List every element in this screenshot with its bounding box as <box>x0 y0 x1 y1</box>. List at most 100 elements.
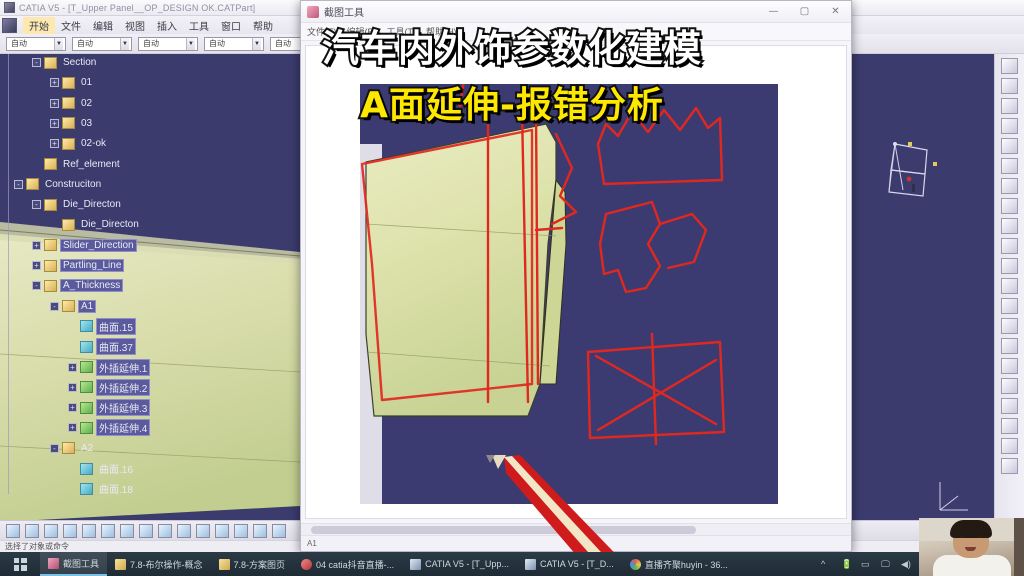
tree-expand-icon[interactable]: + <box>68 382 77 392</box>
tree-collapse-icon[interactable]: - <box>32 200 41 210</box>
tool-icon-named-views[interactable] <box>177 523 191 538</box>
tree-item[interactable]: + 外插延伸.3 <box>68 399 151 417</box>
chevron-down-icon[interactable]: ▼ <box>186 37 195 50</box>
tree-item[interactable]: + 外插延伸.4 <box>68 419 151 437</box>
combo-select-mode-4[interactable]: 自动 ▼ <box>204 36 264 51</box>
tree-expand-icon[interactable]: + <box>68 423 77 433</box>
combo-select-mode-2[interactable]: 自动 ▼ <box>72 36 132 51</box>
chevron-down-icon[interactable]: ▼ <box>120 37 129 50</box>
tree-item[interactable]: +02-ok <box>50 135 108 152</box>
tree-collapse-icon[interactable]: - <box>14 179 23 189</box>
tree-expand-icon[interactable]: + <box>50 98 59 108</box>
navigation-compass-icon[interactable] <box>875 134 945 204</box>
snip-menubar[interactable]: 文件(F) 编辑(E) 工具(T) 帮助(H) <box>301 23 851 41</box>
tool-icon-extract[interactable] <box>1001 398 1018 414</box>
specification-tree[interactable]: - Section +01 +02 +03 +02-ok Ref_element - Const… <box>0 54 300 520</box>
tree-item[interactable]: 曲面.37 <box>68 338 136 356</box>
tool-icon-fill[interactable] <box>1001 238 1018 254</box>
tool-icon-sphere[interactable] <box>1001 198 1018 214</box>
webcam-picture-in-picture[interactable] <box>919 518 1024 576</box>
tree-item[interactable]: - Section <box>32 54 98 71</box>
start-button[interactable] <box>0 552 40 576</box>
menu-item-help[interactable]: 帮助 <box>247 17 279 34</box>
tool-icon-select[interactable] <box>6 523 20 538</box>
battery-icon[interactable]: 🔋 <box>841 559 852 570</box>
tool-icon-swap-visible[interactable] <box>253 523 267 538</box>
tree-expand-icon[interactable]: + <box>50 118 59 128</box>
taskbar-item[interactable]: 7.8-方案图页 <box>211 552 294 576</box>
tool-icon-healing[interactable] <box>1001 338 1018 354</box>
tree-item[interactable]: Die_Directon <box>50 216 141 233</box>
tool-icon-zoom-in[interactable] <box>82 523 96 538</box>
chevron-down-icon[interactable]: ▼ <box>252 37 261 50</box>
volume-icon[interactable]: ◀) <box>901 559 912 570</box>
tree-expand-icon[interactable]: + <box>50 78 59 88</box>
combo-select-mode-3[interactable]: 自动 ▼ <box>138 36 198 51</box>
tree-collapse-icon[interactable]: - <box>32 58 41 67</box>
display-icon[interactable]: ▭ <box>861 559 872 570</box>
menu-item-insert[interactable]: 插入 <box>151 17 183 34</box>
tool-icon-extrude[interactable] <box>1001 158 1018 174</box>
snipping-tool-window[interactable]: 截图工具 — ▢ ✕ 文件(F) 编辑(E) 工具(T) 帮助(H) A1 <box>300 0 852 552</box>
tool-icon-fit-all-view[interactable] <box>120 523 134 538</box>
tool-icon-line[interactable] <box>1001 98 1018 114</box>
tool-icon-untrim[interactable] <box>1001 358 1018 374</box>
tree-item[interactable]: - Construciton <box>14 176 103 193</box>
snip-horizontal-scrollbar[interactable] <box>301 523 851 535</box>
tree-expand-icon[interactable]: + <box>68 403 77 413</box>
taskbar-item[interactable]: CATIA V5 - [T_Upp... <box>402 552 517 576</box>
tool-icon-offset[interactable] <box>1001 218 1018 234</box>
tree-item[interactable]: +02 <box>50 95 94 112</box>
taskbar-item[interactable]: 截图工具 <box>40 552 108 576</box>
snip-canvas[interactable] <box>305 45 847 519</box>
snip-menu-tools[interactable]: 工具(T) <box>387 25 417 38</box>
tool-icon-fit-all[interactable] <box>1001 58 1018 74</box>
tool-icon-boundary[interactable] <box>1001 378 1018 394</box>
tool-icon-measure[interactable] <box>1001 418 1018 434</box>
menu-item-file[interactable]: 文件 <box>55 17 87 34</box>
tree-collapse-icon[interactable]: - <box>50 301 59 311</box>
taskbar-item[interactable]: 7.8-布尔操作-概念 <box>107 552 211 576</box>
tool-icon-lock[interactable] <box>272 523 286 538</box>
tree-item[interactable]: Ref_element <box>32 156 122 173</box>
tree-item[interactable]: + Partling_Line <box>32 257 125 274</box>
tool-icon-polyline[interactable] <box>1001 118 1018 134</box>
menu-item-view[interactable]: 视图 <box>119 17 151 34</box>
tree-item[interactable]: + 外插延伸.1 <box>68 358 151 376</box>
close-button[interactable]: ✕ <box>820 1 851 22</box>
tree-collapse-icon[interactable]: - <box>50 443 59 453</box>
tool-icon-pan[interactable] <box>44 523 58 538</box>
tool-icon-hide-show[interactable] <box>234 523 248 538</box>
tree-item[interactable]: 曲面.15 <box>68 317 136 335</box>
menu-item-tools[interactable]: 工具 <box>183 17 215 34</box>
tree-expand-icon[interactable]: + <box>32 240 41 250</box>
maximize-button[interactable]: ▢ <box>789 1 820 22</box>
tool-icon-shading-edges[interactable] <box>215 523 229 538</box>
tool-icon-blend[interactable] <box>1001 258 1018 274</box>
taskbar-item[interactable]: 04 catia抖音直播-... <box>293 552 402 576</box>
combo-select-mode-1[interactable]: 自动 ▼ <box>6 36 66 51</box>
snip-menu-edit[interactable]: 编辑(E) <box>347 25 377 38</box>
tree-item[interactable]: +01 <box>50 74 94 91</box>
tree-item[interactable]: + Slider_Direction <box>32 237 137 254</box>
snip-titlebar[interactable]: 截图工具 — ▢ ✕ <box>301 1 851 23</box>
tool-icon-snap[interactable] <box>25 523 39 538</box>
tree-collapse-icon[interactable]: - <box>32 281 41 291</box>
tool-icon-analysis[interactable] <box>1001 438 1018 454</box>
tool-icon-normal-view[interactable] <box>1001 78 1018 94</box>
windows-taskbar[interactable]: 截图工具 7.8-布尔操作-概念 7.8-方案图页 04 catia抖音直播-... C… <box>0 552 1024 576</box>
catia-right-toolbar[interactable] <box>994 54 1024 520</box>
tool-icon-rotate[interactable] <box>63 523 77 538</box>
tree-item[interactable]: +03 <box>50 115 94 132</box>
tool-icon-spline[interactable] <box>1001 138 1018 154</box>
tool-icon-normal-to-plane[interactable] <box>139 523 153 538</box>
tree-item[interactable]: 曲面.16 <box>68 460 135 477</box>
tool-icon-zoom-out[interactable] <box>101 523 115 538</box>
tree-expand-icon[interactable]: + <box>50 139 59 149</box>
tool-icon-shading[interactable] <box>196 523 210 538</box>
tool-icon-trim[interactable] <box>1001 298 1018 314</box>
tool-icon-split[interactable] <box>1001 278 1018 294</box>
tool-icon-revolve[interactable] <box>1001 178 1018 194</box>
tree-item[interactable]: - Die_Directon <box>32 196 123 213</box>
tree-item[interactable]: 曲面.18 <box>68 480 135 497</box>
